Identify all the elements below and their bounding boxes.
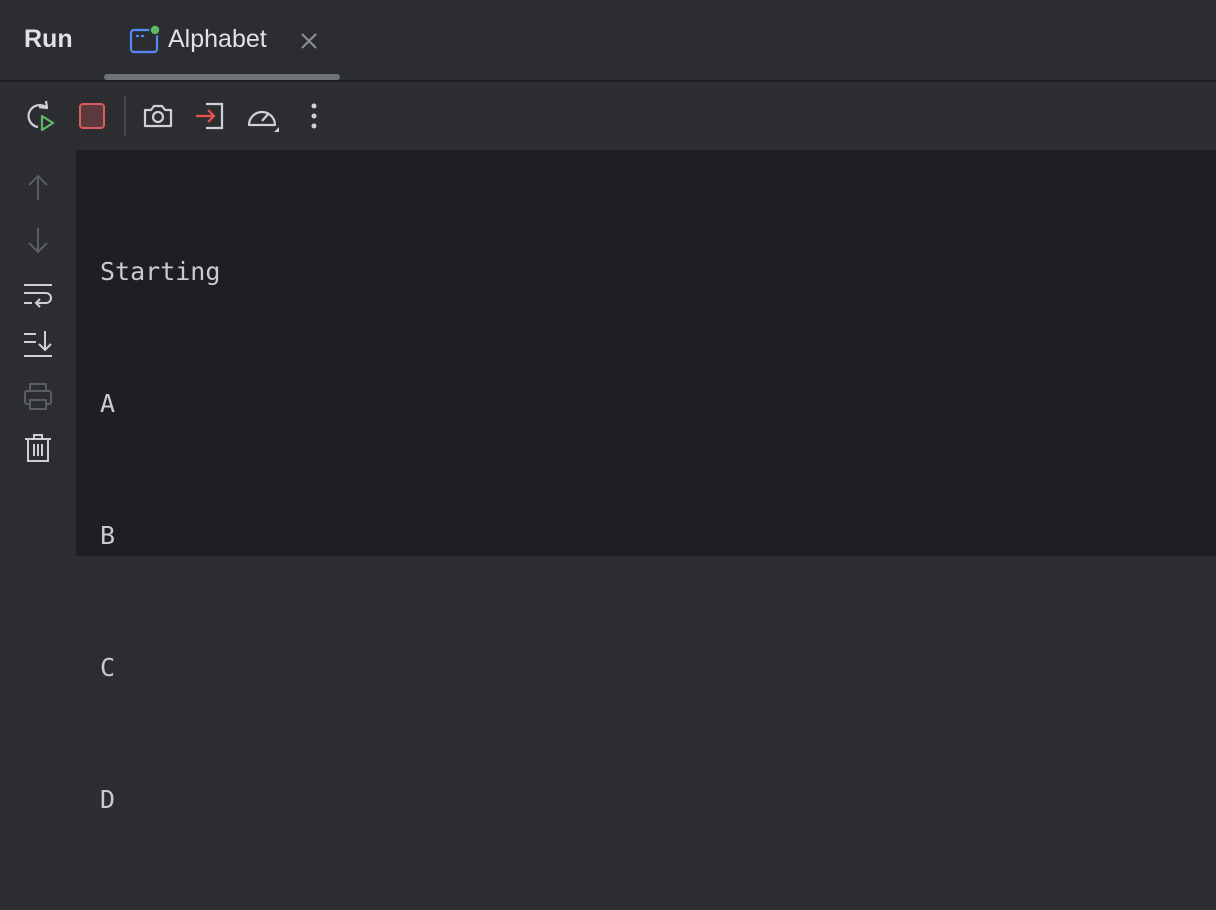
trash-icon — [25, 434, 51, 462]
attach-debugger-button[interactable] — [192, 98, 228, 134]
run-configuration-icon — [129, 25, 163, 55]
scroll-to-end-button[interactable] — [20, 326, 56, 362]
toolbar-separator — [124, 96, 126, 136]
close-icon[interactable] — [298, 30, 320, 52]
camera-icon — [143, 104, 173, 128]
print-button[interactable] — [20, 378, 56, 414]
vertical-ellipsis-icon — [311, 103, 317, 129]
run-tool-window-header: Run Alphabet — [0, 0, 1216, 82]
console-line: A — [100, 389, 116, 418]
run-toolbar — [0, 82, 1216, 150]
scroll-up-button[interactable] — [20, 170, 56, 206]
stop-button[interactable] — [74, 98, 110, 134]
rerun-button[interactable] — [22, 98, 58, 134]
scroll-down-button[interactable] — [20, 222, 56, 258]
printer-icon — [24, 383, 52, 410]
console-lines: Starting A B C D — [100, 162, 220, 910]
profiler-button[interactable] — [244, 98, 280, 134]
tab-alphabet[interactable]: Alphabet — [104, 0, 340, 80]
console-line: B — [100, 521, 116, 550]
console-line: C — [100, 653, 116, 682]
more-options-button[interactable] — [296, 98, 332, 134]
scroll-to-end-icon — [24, 331, 52, 357]
running-status-dot — [149, 25, 161, 36]
rerun-icon — [27, 100, 55, 132]
selected-tab-indicator — [104, 74, 340, 80]
tab-label: Alphabet — [168, 25, 267, 53]
arrow-down-icon — [28, 228, 48, 254]
console-line: Starting — [100, 257, 221, 286]
soft-wrap-button[interactable] — [20, 276, 56, 312]
soft-wrap-icon — [24, 284, 52, 308]
console-side-toolbar — [0, 150, 76, 556]
console-line: D — [100, 785, 116, 814]
speedometer-icon — [247, 110, 279, 132]
console-output[interactable]: Starting A B C D — [76, 150, 1216, 814]
clear-all-button[interactable] — [20, 430, 56, 466]
screenshot-button[interactable] — [140, 98, 176, 134]
tool-window-title: Run — [24, 25, 73, 53]
arrow-up-icon — [28, 174, 48, 200]
login-arrow-icon — [196, 102, 224, 130]
stop-icon — [79, 103, 105, 129]
